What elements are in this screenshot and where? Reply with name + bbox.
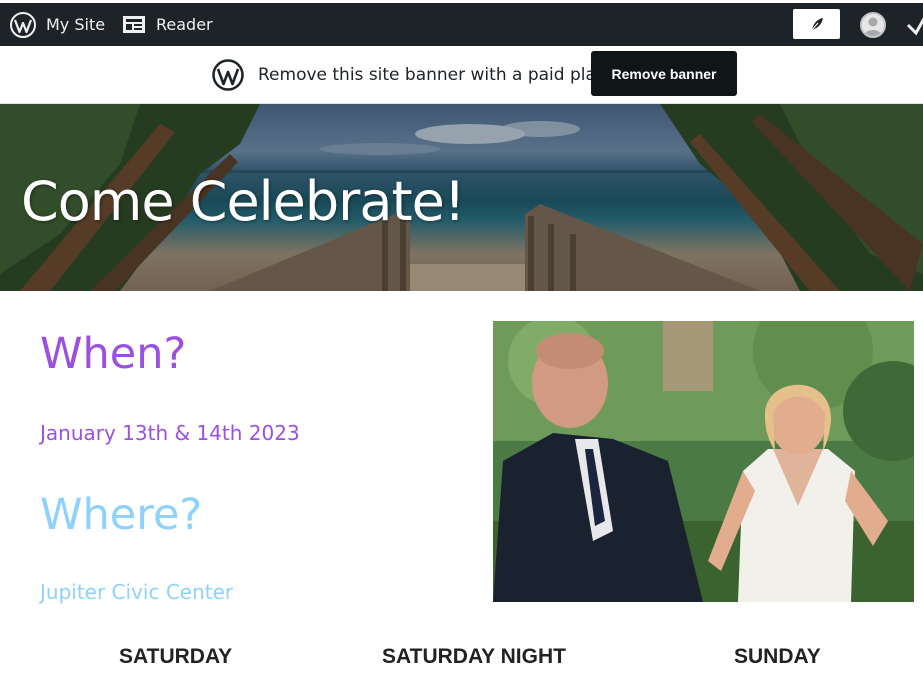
wordpress-logo-icon [10, 11, 36, 38]
avatar[interactable] [860, 12, 886, 38]
where-heading: Where? [40, 490, 203, 540]
schedule-heading-saturday: SATURDAY [119, 645, 233, 668]
my-site-label: My Site [46, 15, 106, 34]
my-site-link[interactable]: My Site [10, 3, 105, 46]
admin-bar: My Site Reader [0, 0, 923, 46]
event-location: Jupiter Civic Center [40, 580, 234, 604]
reader-icon [123, 15, 145, 33]
leaf-icon [811, 18, 823, 31]
schedule-heading-saturday-night: SATURDAY NIGHT [382, 645, 566, 668]
reader-link[interactable]: Reader [122, 3, 213, 46]
reader-label: Reader [156, 15, 213, 34]
couple-photo [493, 321, 914, 602]
wordpress-logo-icon [212, 59, 244, 91]
hero-title: Come Celebrate! [21, 170, 465, 233]
notification-icon[interactable] [906, 13, 923, 37]
upgrade-banner: Remove this site banner with a paid plan… [0, 46, 923, 104]
schedule-heading-sunday: SUNDAY [734, 645, 821, 668]
when-heading: When? [40, 329, 187, 379]
hero-cover: Come Celebrate! [0, 104, 923, 291]
event-date: January 13th & 14th 2023 [40, 421, 300, 445]
banner-text: Remove this site banner with a paid plan [258, 65, 607, 85]
remove-banner-button[interactable]: Remove banner [591, 51, 737, 96]
write-button[interactable] [793, 9, 840, 39]
